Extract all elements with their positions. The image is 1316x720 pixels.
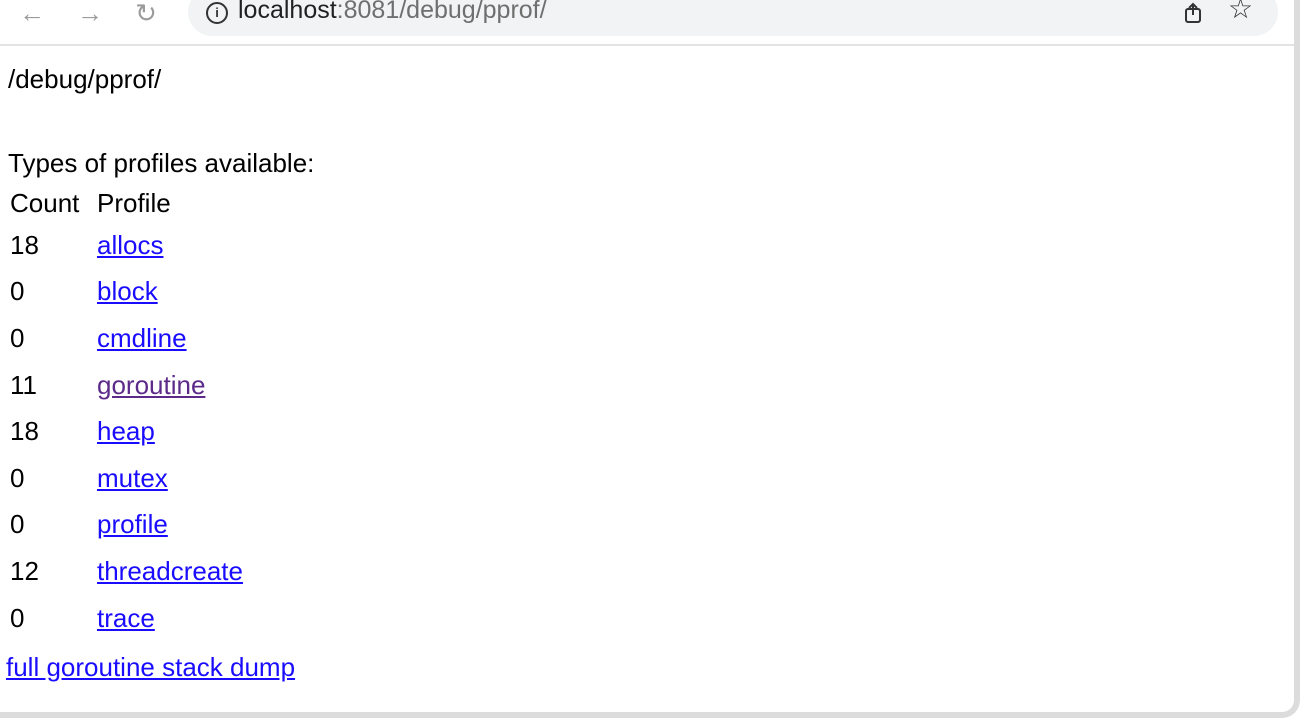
table-row: 0 cmdline	[10, 315, 243, 362]
full-goroutine-dump-link[interactable]: full goroutine stack dump	[6, 652, 295, 683]
profiles-subtitle: Types of profiles available:	[8, 148, 315, 178]
profile-link-threadcreate[interactable]: threadcreate	[97, 556, 243, 586]
count-cell: 0	[10, 462, 25, 493]
profile-link-goroutine[interactable]: goroutine	[97, 370, 205, 400]
table-row: 18 heap	[10, 408, 243, 455]
url-host: localhost	[238, 0, 337, 24]
share-icon[interactable]	[1184, 2, 1202, 24]
profile-cell: heap	[97, 408, 243, 455]
profile-cell: threadcreate	[97, 548, 243, 595]
url-path: :8081/debug/pprof/	[336, 0, 547, 24]
back-arrow-icon[interactable]: ←	[18, 0, 46, 30]
count-cell: 0	[10, 276, 25, 307]
count-cell: 0	[10, 602, 25, 633]
table-row: 0 trace	[10, 595, 243, 642]
forward-arrow-icon[interactable]: →	[76, 0, 104, 30]
table-row: 18 allocs	[10, 222, 243, 269]
profile-link-heap[interactable]: heap	[97, 416, 155, 446]
count-cell: 12	[10, 555, 39, 586]
profile-cell: cmdline	[97, 315, 243, 362]
star-icon[interactable]: ☆	[1228, 0, 1253, 24]
count-cell: 0	[10, 509, 25, 540]
profile-link-trace[interactable]: trace	[97, 603, 155, 633]
count-cell: 18	[10, 416, 39, 447]
reload-icon[interactable]: ↻	[132, 0, 160, 30]
browser-window: ← → ↻ i localhost:8081/debug/pprof/ ☆ /d…	[0, 0, 1300, 718]
count-cell: 18	[10, 229, 39, 260]
table-row: 0 block	[10, 269, 243, 316]
table-row: 0 profile	[10, 502, 243, 549]
profile-link-cmdline[interactable]: cmdline	[97, 323, 187, 353]
profile-link-mutex[interactable]: mutex	[97, 463, 168, 493]
page-title: /debug/pprof/	[8, 64, 162, 94]
profile-link-profile[interactable]: profile	[97, 509, 168, 539]
address-bar[interactable]: i localhost:8081/debug/pprof/ ☆	[188, 0, 1278, 36]
profile-link-allocs[interactable]: allocs	[97, 230, 163, 260]
profile-cell: block	[97, 269, 243, 316]
count-cell: 0	[10, 322, 25, 353]
profile-link-block[interactable]: block	[97, 276, 158, 306]
profile-cell: mutex	[97, 455, 243, 502]
table-header-row: Count Profile	[10, 184, 243, 222]
profile-cell: profile	[97, 502, 243, 549]
profile-cell: allocs	[97, 222, 243, 269]
count-cell: 11	[10, 369, 37, 400]
profile-cell: goroutine	[97, 362, 243, 409]
profiles-table: Count Profile 18 allocs 0 block 0 cmdlin…	[10, 184, 243, 641]
count-header: Count	[10, 187, 80, 218]
profile-header: Profile	[97, 187, 171, 218]
table-row: 11 goroutine	[10, 362, 243, 409]
info-icon[interactable]: i	[206, 2, 228, 24]
url-text[interactable]: localhost:8081/debug/pprof/	[238, 0, 547, 25]
table-row: 12 threadcreate	[10, 548, 243, 595]
profile-cell: trace	[97, 595, 243, 642]
browser-toolbar: ← → ↻ i localhost:8081/debug/pprof/ ☆	[0, 0, 1294, 46]
table-row: 0 mutex	[10, 455, 243, 502]
